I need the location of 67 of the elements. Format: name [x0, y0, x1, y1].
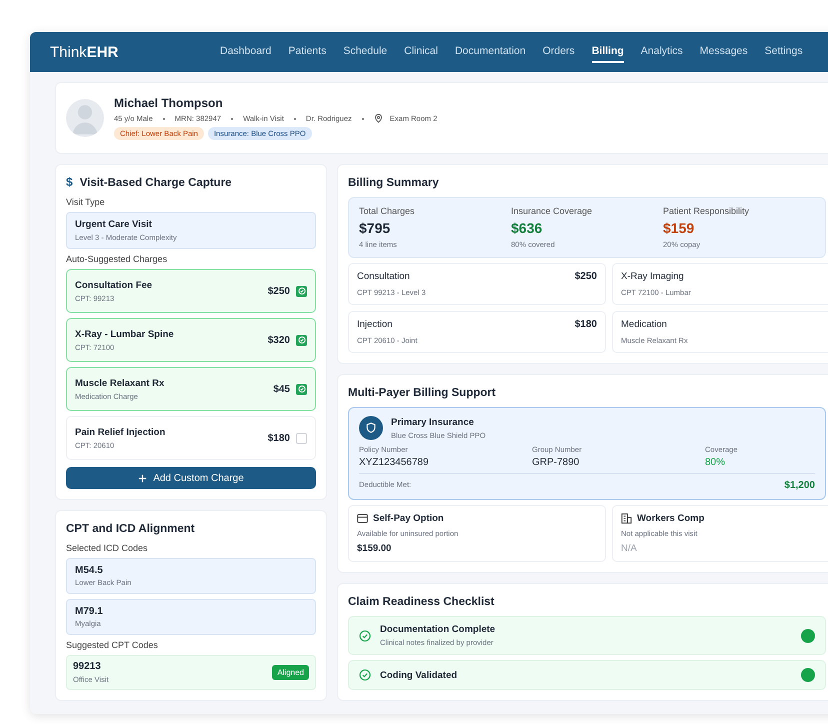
nav-tab[interactable]: Orders [542, 41, 575, 63]
nav-tab[interactable]: Messages [700, 41, 748, 63]
line-item-amount: $250 [574, 271, 597, 282]
status-indicator [801, 628, 815, 642]
charge-amount: $320 [268, 334, 290, 346]
option-value: $159.00 [357, 543, 392, 554]
charge-name: Consultation Fee [75, 280, 154, 290]
patient-name: Michael Thompson [114, 96, 224, 110]
field-label: Selected ICD Codes [66, 543, 149, 553]
deductible-amount: $1,200 [784, 480, 815, 491]
credit-card-icon [357, 514, 368, 523]
line-item-name: Consultation [357, 271, 410, 282]
option-value: N/A [621, 543, 638, 554]
section-title: Billing Summary [348, 177, 440, 189]
stat-value: $636 [511, 220, 544, 236]
option-title: Self-Pay Option [373, 513, 444, 524]
section-title: Claim Readiness Checklist [348, 596, 496, 608]
nav-tab[interactable]: Billing [592, 41, 624, 63]
charge-amount: $180 [268, 432, 290, 444]
stat-value: $795 [359, 220, 392, 236]
plus-icon [138, 474, 148, 482]
field-label: Auto-Suggested Charges [66, 254, 168, 264]
section-title: Multi-Payer Billing Support [348, 387, 497, 399]
location-pin-icon [374, 114, 383, 123]
checkbox[interactable] [296, 384, 307, 394]
charge-amount: $45 [273, 384, 290, 394]
status-badge: Aligned [272, 665, 309, 680]
field-value: 80% [705, 457, 726, 468]
app-logo: ThinkEHR [50, 44, 120, 60]
section-title: Visit-Based Charge Capture [80, 177, 232, 189]
status-indicator [801, 668, 815, 682]
nav-tab[interactable]: Patients [288, 41, 326, 63]
stat-label: Patient Responsibility [663, 206, 750, 216]
checkbox[interactable] [296, 334, 307, 346]
field-label: Suggested CPT Codes [66, 640, 159, 650]
nav-tab[interactable]: Dashboard [220, 41, 272, 63]
line-item-name: Medication [621, 319, 667, 330]
building-icon [621, 513, 632, 524]
nav-tab[interactable]: Analytics [640, 41, 683, 63]
nav-tab[interactable]: Documentation [454, 41, 526, 63]
stat-label: Total Charges [359, 206, 416, 216]
avatar-placeholder [66, 99, 104, 137]
section-title: CPT and ICD Alignment [66, 523, 196, 535]
cpt-code: 99213 [73, 661, 102, 672]
line-item-name: Injection [357, 319, 392, 330]
add-charge-button[interactable]: Add Custom Charge [66, 467, 316, 489]
shield-icon [359, 416, 383, 440]
checkbox[interactable] [296, 286, 307, 296]
charge-name: Pain Relief Injection [75, 426, 166, 438]
checklist-title: Documentation Complete [380, 624, 496, 635]
dollar-icon: $ [66, 175, 73, 189]
field-value: GRP-7890 [532, 457, 580, 468]
field-value: XYZ123456789 [359, 457, 430, 468]
stat-value: $159 [663, 220, 696, 236]
nav-tab[interactable]: Clinical [404, 41, 438, 63]
stat-label: Insurance Coverage [511, 206, 594, 216]
checklist-title: Coding Validated [380, 670, 458, 680]
option-title: Workers Comp [637, 513, 704, 524]
charge-name: Muscle Relaxant Rx [75, 378, 166, 388]
line-item-amount: $180 [574, 319, 597, 330]
nav-tab[interactable]: Settings [764, 41, 803, 63]
nav-tab[interactable]: Schedule [343, 41, 388, 63]
line-item-name: X-Ray Imaging [621, 271, 684, 282]
charge-name: X-Ray - Lumbar Spine [75, 328, 175, 340]
charge-amount: $250 [268, 286, 290, 296]
insurance-title: Primary Insurance [391, 416, 475, 428]
field-label: Visit Type [66, 197, 106, 207]
